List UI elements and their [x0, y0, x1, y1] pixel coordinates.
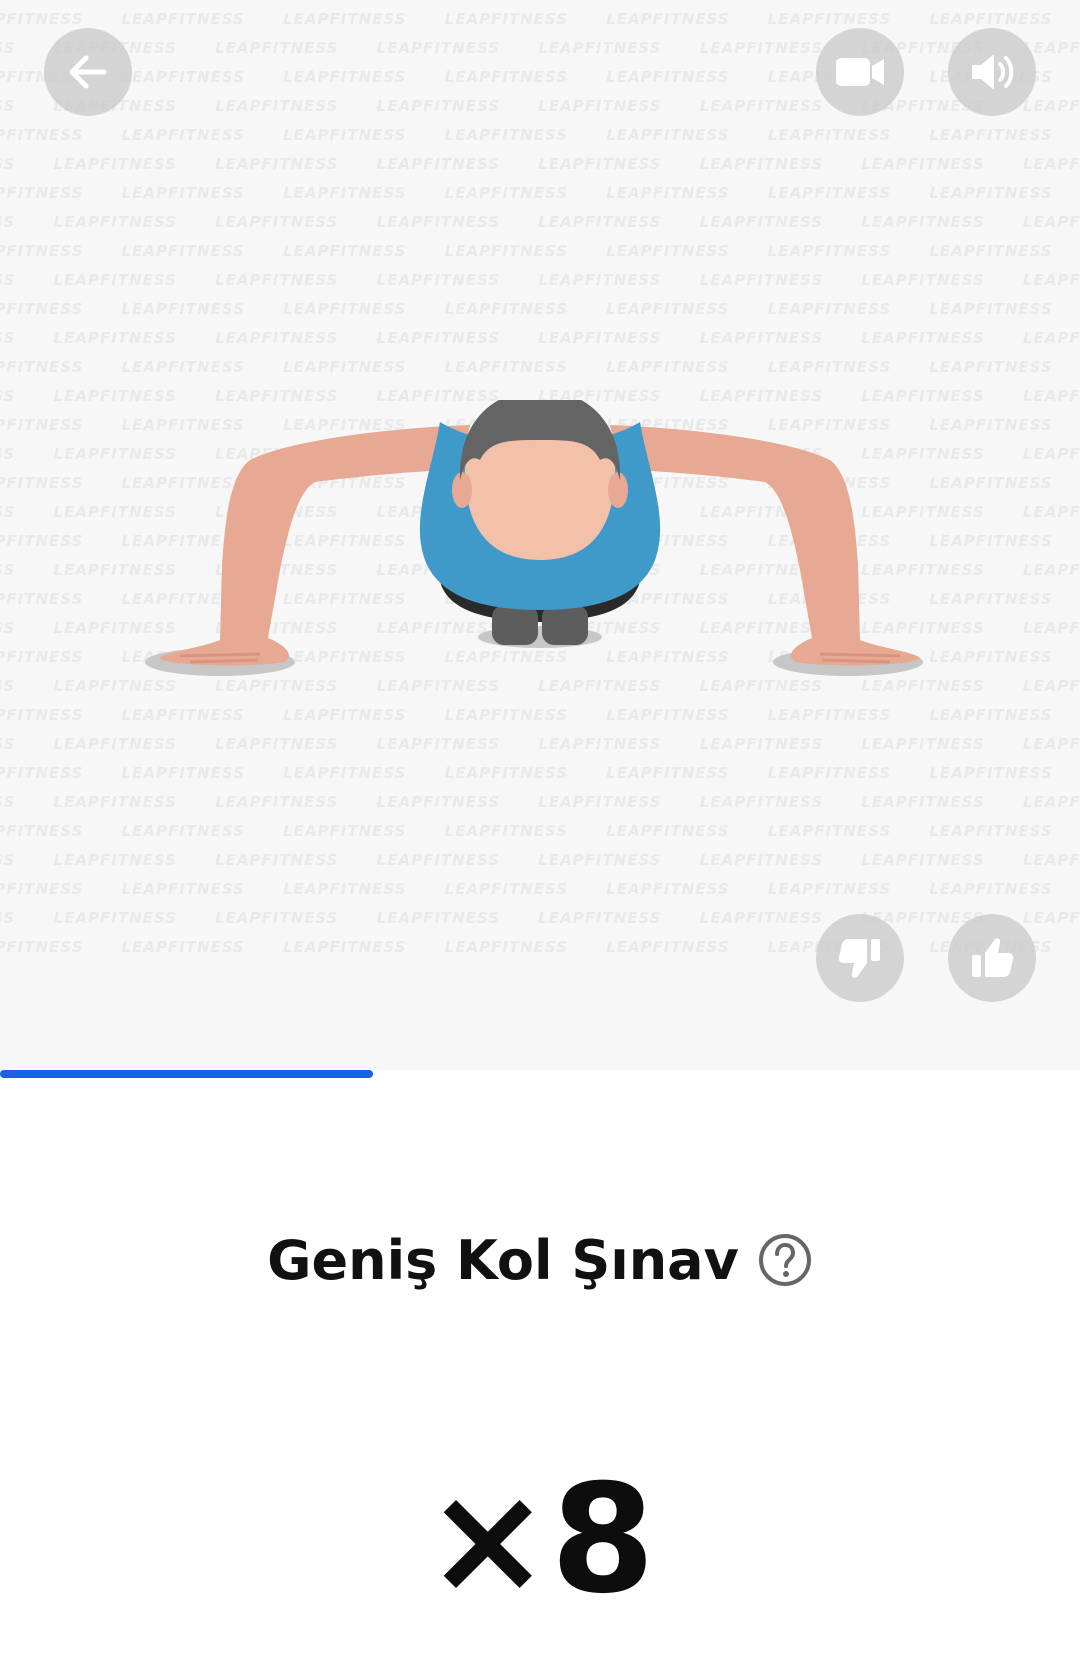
watermark-row: LEAPFITNESS LEAPFITNESS LEAPFITNESS LEAP…: [0, 155, 1080, 173]
watermark-row: LEAPFITNESS LEAPFITNESS LEAPFITNESS LEAP…: [0, 764, 1080, 782]
exercise-animation-area: LEAPFITNESS LEAPFITNESS LEAPFITNESS LEAP…: [0, 0, 1080, 1070]
watermark-row: LEAPFITNESS LEAPFITNESS LEAPFITNESS LEAP…: [0, 97, 1080, 115]
watermark-row: LEAPFITNESS LEAPFITNESS LEAPFITNESS LEAP…: [0, 271, 1080, 289]
watermark-row: LEAPFITNESS LEAPFITNESS LEAPFITNESS LEAP…: [0, 300, 1080, 318]
dislike-button[interactable]: [816, 914, 904, 1002]
watermark-row: LEAPFITNESS LEAPFITNESS LEAPFITNESS LEAP…: [0, 39, 1080, 57]
exercise-title-row: Geniş Kol Şınav: [0, 1220, 1080, 1300]
help-button[interactable]: [757, 1232, 813, 1288]
watermark-row: LEAPFITNESS LEAPFITNESS LEAPFITNESS LEAP…: [0, 242, 1080, 260]
speaker-icon: [972, 54, 1014, 90]
watermark-row: LEAPFITNESS LEAPFITNESS LEAPFITNESS LEAP…: [0, 909, 1080, 927]
back-button[interactable]: [44, 28, 132, 116]
watermark-row: LEAPFITNESS LEAPFITNESS LEAPFITNESS LEAP…: [0, 184, 1080, 202]
watermark-row: LEAPFITNESS LEAPFITNESS LEAPFITNESS LEAP…: [0, 880, 1080, 898]
watermark-row: LEAPFITNESS LEAPFITNESS LEAPFITNESS LEAP…: [0, 358, 1080, 376]
watermark-row: LEAPFITNESS LEAPFITNESS LEAPFITNESS LEAP…: [0, 938, 1080, 956]
watermark-row: LEAPFITNESS LEAPFITNESS LEAPFITNESS LEAP…: [0, 10, 1080, 28]
watermark-row: LEAPFITNESS LEAPFITNESS LEAPFITNESS LEAP…: [0, 793, 1080, 811]
watermark-row: LEAPFITNESS LEAPFITNESS LEAPFITNESS LEAP…: [0, 735, 1080, 753]
question-circle-icon: [758, 1234, 811, 1286]
pushup-illustration: [145, 400, 923, 676]
reps-count: ×8: [424, 1453, 656, 1627]
sound-button[interactable]: [948, 28, 1036, 116]
watermark-row: LEAPFITNESS LEAPFITNESS LEAPFITNESS LEAP…: [0, 213, 1080, 231]
like-button[interactable]: [948, 914, 1036, 1002]
exercise-progress-bar: [0, 1070, 1080, 1078]
video-button[interactable]: [816, 28, 904, 116]
video-camera-icon: [836, 58, 884, 86]
thumbs-down-icon: [838, 939, 880, 978]
watermark-row: LEAPFITNESS LEAPFITNESS LEAPFITNESS LEAP…: [0, 822, 1080, 840]
watermark-row: LEAPFITNESS LEAPFITNESS LEAPFITNESS LEAP…: [0, 126, 1080, 144]
thumbs-up-icon: [972, 938, 1014, 977]
watermark-row: LEAPFITNESS LEAPFITNESS LEAPFITNESS LEAP…: [0, 851, 1080, 869]
arrow-left-icon: [69, 55, 107, 89]
watermark-row: LEAPFITNESS LEAPFITNESS LEAPFITNESS LEAP…: [0, 68, 1080, 86]
progress-fill: [0, 1070, 373, 1078]
watermark-row: LEAPFITNESS LEAPFITNESS LEAPFITNESS LEAP…: [0, 329, 1080, 347]
exercise-title: Geniş Kol Şınav: [267, 1228, 739, 1292]
